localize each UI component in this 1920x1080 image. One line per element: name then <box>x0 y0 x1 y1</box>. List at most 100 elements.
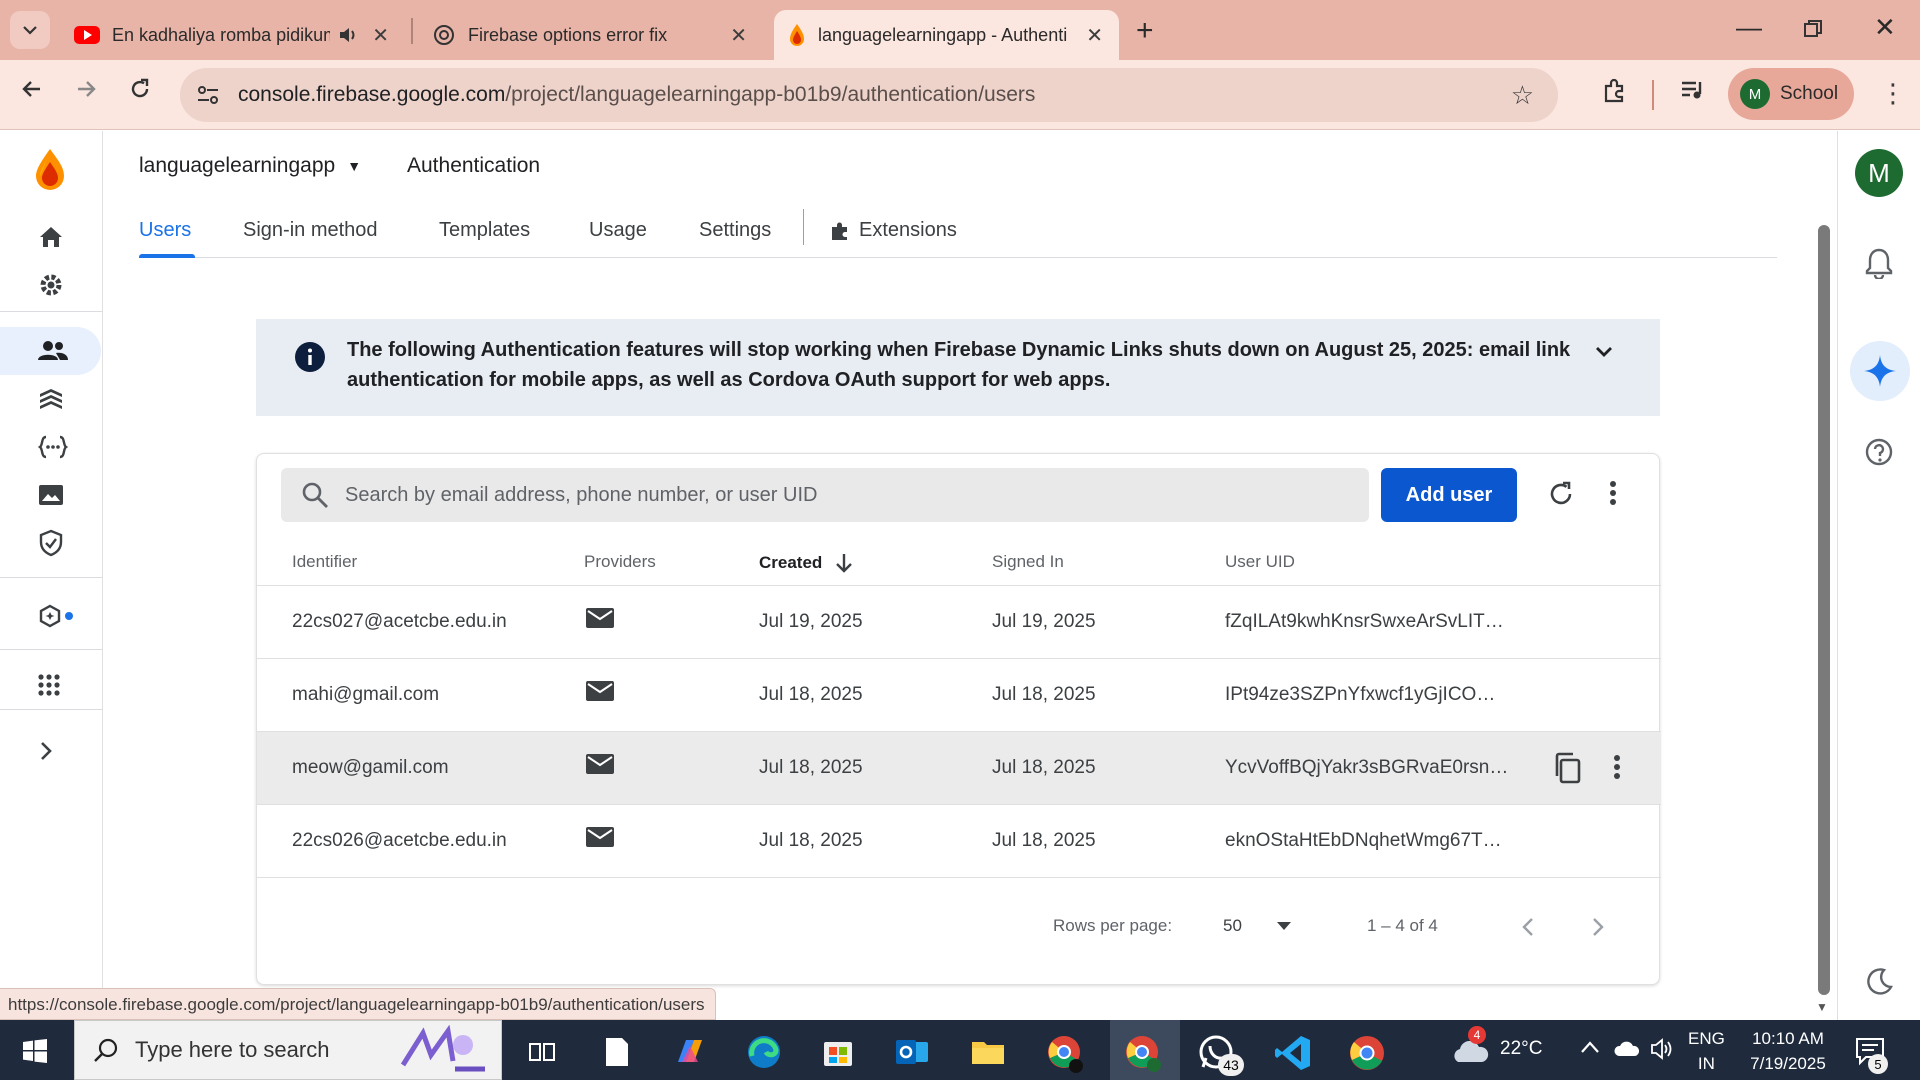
help-icon[interactable] <box>1864 437 1894 472</box>
close-icon[interactable]: ✕ <box>730 23 747 48</box>
table-header: Identifier Providers Created Signed In U… <box>257 538 1661 586</box>
profile-button[interactable]: M School <box>1728 68 1854 120</box>
restore-button[interactable] <box>1804 14 1822 45</box>
tray-expand-icon[interactable] <box>1580 1038 1600 1060</box>
table-row[interactable]: 22cs026@acetcbe.edu.in Jul 18, 2025 Jul … <box>257 805 1661 878</box>
speaker-icon[interactable] <box>338 26 358 44</box>
column-created[interactable]: Created <box>759 552 854 574</box>
column-signed-in[interactable]: Signed In <box>992 552 1064 572</box>
left-nav-rail <box>0 131 103 1021</box>
caret-down-icon: ▼ <box>347 158 362 174</box>
add-user-button[interactable]: Add user <box>1381 468 1517 522</box>
dropdown-arrow-icon[interactable] <box>1275 920 1293 932</box>
tab-settings[interactable]: Settings <box>699 219 771 242</box>
tab-title: languagelearningapp - Authentication <box>818 24 1068 45</box>
profile-avatar: M <box>1740 79 1770 109</box>
dark-mode-moon-icon[interactable] <box>1864 967 1894 1002</box>
input-language[interactable]: ENG IN <box>1688 1026 1725 1076</box>
puzzle-icon <box>832 222 847 240</box>
browser-tab-youtube[interactable]: En kadhaliya romba pidikum ✕ <box>60 10 405 60</box>
notepad-icon[interactable] <box>598 1034 634 1070</box>
scroll-down-arrow[interactable]: ▼ <box>1816 1000 1828 1014</box>
browser-tab-chatgpt[interactable]: Firebase options error fix ✕ <box>418 10 763 60</box>
notifications-bell-icon[interactable] <box>1864 247 1894 284</box>
banner-message: The following Authentication features wi… <box>347 339 1571 391</box>
next-page-button[interactable] <box>1591 914 1605 945</box>
reload-icon <box>131 78 149 98</box>
back-button[interactable] <box>20 76 44 108</box>
reload-button[interactable] <box>128 76 152 108</box>
file-explorer-icon[interactable] <box>970 1034 1006 1070</box>
nav-authentication[interactable] <box>0 327 101 375</box>
system-clock[interactable]: 10:10 AM 7/19/2025 <box>1740 1026 1836 1076</box>
tab-separator <box>411 18 413 44</box>
project-selector[interactable]: languagelearningapp ▼ <box>139 154 361 178</box>
site-info-icon[interactable] <box>190 77 226 113</box>
microsoft-store-icon[interactable] <box>820 1034 856 1070</box>
nav-storage[interactable] <box>0 471 103 519</box>
taskbar-search-box[interactable]: Type here to search <box>74 1020 502 1080</box>
close-icon[interactable]: ✕ <box>1086 23 1103 48</box>
vscode-icon[interactable] <box>1274 1034 1310 1070</box>
nav-functions[interactable] <box>0 423 103 471</box>
link-status-bubble: https://console.firebase.google.com/proj… <box>0 988 716 1020</box>
refresh-icon[interactable] <box>1547 480 1575 513</box>
more-options-icon[interactable] <box>1609 480 1617 511</box>
page-scrollbar[interactable] <box>1818 225 1830 995</box>
expand-banner-button[interactable] <box>1594 345 1614 364</box>
tab-extensions[interactable]: Extensions <box>829 219 957 242</box>
rows-per-page-select[interactable]: 50 <box>1223 916 1242 936</box>
chrome-profile-app-icon[interactable] <box>1124 1034 1161 1072</box>
windows-start-button[interactable] <box>22 1038 48 1069</box>
forward-button[interactable] <box>74 76 98 108</box>
task-view-icon[interactable] <box>524 1034 560 1070</box>
bookmark-star-icon[interactable]: ☆ <box>1511 80 1534 111</box>
table-row[interactable]: mahi@gmail.com Jul 18, 2025 Jul 18, 2025… <box>257 659 1661 732</box>
chrome-icon[interactable] <box>1348 1034 1384 1070</box>
outlook-icon[interactable] <box>894 1034 930 1070</box>
previous-page-button[interactable] <box>1521 914 1535 945</box>
nav-all-products[interactable] <box>0 661 103 709</box>
copilot-icon[interactable] <box>672 1034 708 1070</box>
tab-usage[interactable]: Usage <box>589 219 647 242</box>
extensions-icon[interactable] <box>1602 78 1628 109</box>
table-row[interactable]: 22cs027@acetcbe.edu.in Jul 19, 2025 Jul … <box>257 586 1661 659</box>
onedrive-icon[interactable] <box>1614 1040 1640 1064</box>
nav-app-check[interactable] <box>0 519 103 567</box>
close-window-button[interactable]: ✕ <box>1874 12 1896 43</box>
browser-tab-firebase[interactable]: languagelearningapp - Authentication ✕ <box>774 10 1119 60</box>
browser-menu-icon[interactable]: ⋮ <box>1880 78 1906 109</box>
user-search-input[interactable]: Search by email address, phone number, o… <box>281 468 1369 522</box>
cell-signed-in: Jul 18, 2025 <box>992 830 1096 851</box>
nav-firestore[interactable] <box>0 375 103 423</box>
column-providers[interactable]: Providers <box>584 552 656 572</box>
column-user-uid[interactable]: User UID <box>1225 552 1295 572</box>
tab-search-button[interactable] <box>10 11 50 49</box>
minimize-button[interactable]: — <box>1736 12 1762 43</box>
address-bar[interactable]: console.firebase.google.com/project/lang… <box>180 68 1558 122</box>
volume-icon[interactable] <box>1650 1038 1674 1066</box>
page-title: Authentication <box>407 154 541 177</box>
pagination-range: 1 – 4 of 4 <box>1367 916 1438 935</box>
tab-users[interactable]: Users <box>139 219 191 242</box>
nav-settings[interactable] <box>0 261 103 309</box>
auth-tabs: Users Sign-in method Templates Usage Set… <box>139 209 1777 258</box>
tab-templates[interactable]: Templates <box>439 219 530 242</box>
row-more-options-icon[interactable] <box>1613 754 1621 785</box>
nav-genkit[interactable] <box>0 593 103 641</box>
edge-browser-icon[interactable] <box>746 1034 782 1070</box>
chrome-app-icon[interactable] <box>1046 1034 1083 1073</box>
expand-rail-button[interactable] <box>0 727 103 775</box>
nav-home[interactable] <box>0 213 103 261</box>
close-icon[interactable]: ✕ <box>372 23 389 48</box>
column-identifier[interactable]: Identifier <box>292 552 357 572</box>
media-controls-icon[interactable] <box>1680 78 1706 107</box>
new-tab-button[interactable]: + <box>1136 14 1154 48</box>
url-text: console.firebase.google.com/project/lang… <box>238 83 1035 107</box>
account-avatar[interactable]: M <box>1855 149 1903 197</box>
firebase-logo-icon[interactable] <box>32 147 68 196</box>
copy-uid-icon[interactable] <box>1553 752 1583 789</box>
tab-sign-in-method[interactable]: Sign-in method <box>243 219 378 242</box>
gemini-button[interactable] <box>1850 341 1910 401</box>
table-row[interactable]: meow@gamil.com Jul 18, 2025 Jul 18, 2025… <box>257 732 1661 805</box>
